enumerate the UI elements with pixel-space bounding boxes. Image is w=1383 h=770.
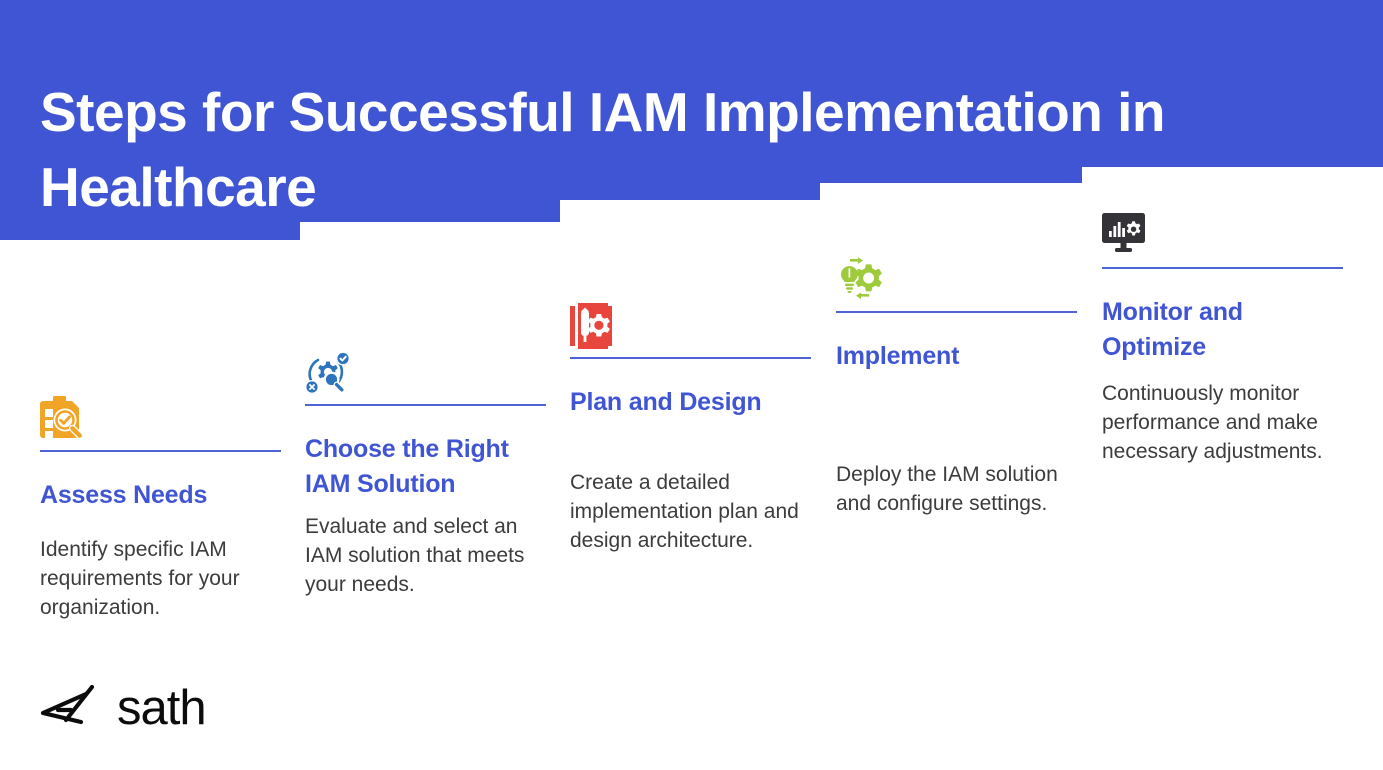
lightbulb-gear-deploy-icon — [836, 257, 1082, 303]
step-divider-rule — [1102, 267, 1343, 269]
gear-magnifier-icon — [305, 350, 551, 396]
step-body-text: Identify specific IAM requirements for y… — [40, 538, 240, 619]
step-heading: Assess Needs — [40, 481, 208, 509]
step-card-implement: Implement Deploy the IAM solution and co… — [836, 257, 1082, 518]
step-body-text: Evaluate and select an IAM solution that… — [305, 515, 525, 596]
step-divider-rule — [836, 311, 1077, 313]
sath-logo: sath — [40, 680, 207, 736]
step-heading: Monitor and Optimize — [1102, 298, 1243, 361]
logo-wordmark: sath — [117, 680, 207, 735]
code-bracket-slash-mark-icon — [40, 682, 116, 735]
page-title: Steps for Successful IAM Implementation … — [40, 80, 1166, 218]
step-card-assess-needs: Assess Needs Identify specific IAM requi… — [40, 396, 286, 622]
step-divider-rule — [305, 404, 546, 406]
step-body-text: Deploy the IAM solution and configure se… — [836, 463, 1058, 515]
step-body-text: Create a detailed implementation plan an… — [570, 471, 799, 552]
step-divider-rule — [570, 357, 811, 359]
step-card-monitor-optimize: Monitor and Optimize Continuously monito… — [1102, 213, 1348, 466]
blueprint-design-icon — [570, 303, 816, 349]
step-heading: Choose the Right IAM Solution — [305, 435, 509, 498]
clipboard-search-icon — [40, 396, 286, 442]
step-body-text: Continuously monitor performance and mak… — [1102, 382, 1323, 463]
step-card-plan-design: Plan and Design Create a detailed implem… — [570, 303, 816, 555]
step-card-choose-solution: Choose the Right IAM Solution Evaluate a… — [305, 350, 551, 599]
step-divider-rule — [40, 450, 281, 452]
step-heading: Implement — [836, 342, 960, 370]
monitor-analytics-icon — [1102, 213, 1348, 259]
step-heading: Plan and Design — [570, 388, 762, 416]
